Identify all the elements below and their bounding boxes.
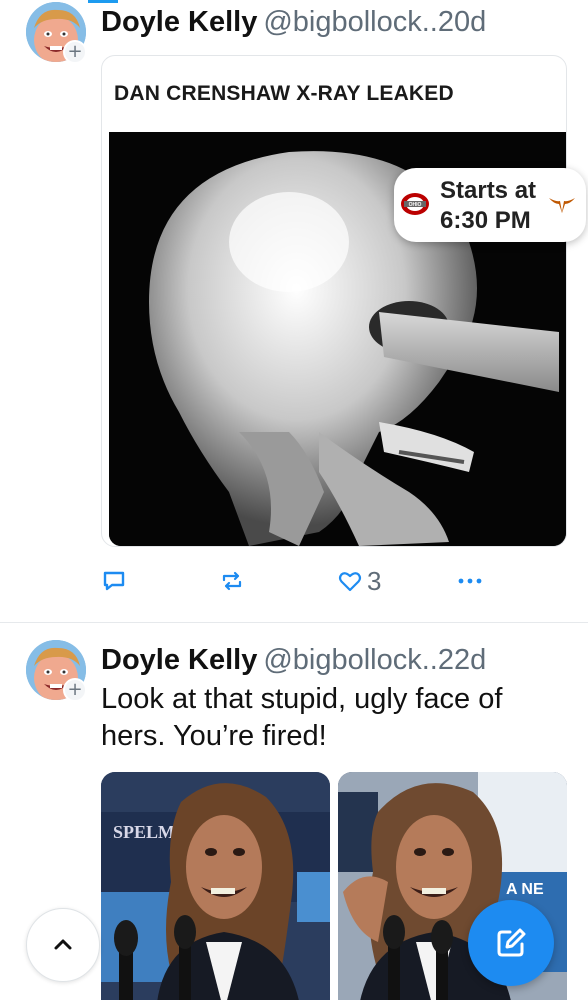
feed-post[interactable]: + Doyle Kelly @bigbollock..20d DAN CRENSH… — [0, 0, 588, 622]
embed-title: DAN CRENSHAW X-RAY LEAKED — [114, 82, 454, 105]
longhorn-logo — [549, 198, 575, 213]
author-name[interactable]: Doyle Kelly — [101, 6, 257, 38]
more-icon — [458, 578, 482, 584]
reply-icon — [103, 571, 125, 591]
post-text: Look at that stupid, ugly face of hers. … — [101, 683, 503, 752]
game-score-overlay[interactable]: OHIO Starts at 6:30 PM — [394, 168, 586, 242]
author-name[interactable]: Doyle Kelly — [101, 644, 257, 676]
author-handle[interactable]: @bigbollock.. — [263, 644, 438, 676]
like-button[interactable]: 3 — [337, 564, 381, 598]
avatar[interactable]: + — [26, 640, 87, 702]
follow-plus-icon[interactable]: + — [63, 40, 87, 64]
follow-plus-icon[interactable]: + — [63, 678, 87, 702]
post-time: 22d — [437, 644, 487, 676]
post-header: Doyle Kelly @bigbollock..20d — [101, 4, 486, 40]
repost-icon — [222, 571, 242, 591]
post-header: Doyle Kelly @bigbollock..22d — [101, 642, 486, 678]
more-options-button[interactable] — [455, 564, 485, 598]
like-count: 3 — [367, 565, 382, 596]
avatar[interactable]: + — [26, 2, 87, 64]
svg-text:OHIO: OHIO — [409, 202, 422, 208]
compose-icon — [497, 928, 526, 957]
post-time: 20d — [437, 6, 487, 38]
reply-button[interactable] — [101, 564, 127, 598]
game-start-label: Starts at — [440, 177, 537, 204]
embed-image-card[interactable]: DAN CRENSHAW X-RAY LEAKED — [101, 55, 567, 547]
post-actions: 3 — [101, 564, 567, 598]
ohio-state-logo: OHIO — [401, 193, 429, 215]
game-start-time: 6:30 PM — [440, 207, 531, 234]
author-handle[interactable]: @bigbollock.. — [263, 6, 438, 38]
repost-button[interactable] — [219, 564, 245, 598]
face-photo-left[interactable]: SPELMA — [101, 772, 330, 1000]
scroll-to-top-button[interactable] — [26, 908, 100, 982]
heart-icon — [338, 572, 362, 592]
compose-post-button[interactable] — [468, 900, 554, 986]
chevron-up-icon — [54, 939, 72, 950]
svg-text:A NE: A NE — [506, 881, 544, 898]
